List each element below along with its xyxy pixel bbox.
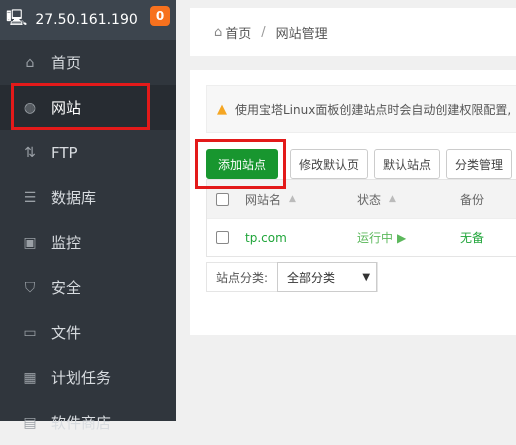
- breadcrumb-home[interactable]: 首页: [225, 23, 251, 42]
- chevron-down-icon: ▼: [362, 271, 371, 283]
- row-checkbox[interactable]: [216, 231, 229, 244]
- column-backup: 备份: [460, 192, 485, 207]
- default-site-button[interactable]: 默认站点: [374, 149, 441, 179]
- monitor-icon: 🖳: [6, 7, 28, 27]
- play-icon[interactable]: ▶: [397, 231, 406, 245]
- sidebar-item-label: 软件商店: [51, 414, 112, 432]
- folder-icon: ▭: [23, 324, 37, 341]
- ftp-icon: ⇅: [24, 144, 36, 161]
- column-status[interactable]: 状态: [357, 191, 381, 208]
- category-management-button[interactable]: 分类管理: [446, 149, 513, 179]
- site-category-filter: 站点分类: 全部分类 ▼: [206, 262, 379, 292]
- site-backup[interactable]: 无备: [460, 231, 484, 245]
- category-select[interactable]: 全部分类 ▼: [277, 262, 378, 292]
- site-name-link[interactable]: tp.com: [245, 231, 287, 245]
- select-all-checkbox[interactable]: [216, 192, 229, 206]
- sidebar-item-security[interactable]: ⛉ 安全: [0, 265, 176, 310]
- sidebar-item-label: 数据库: [51, 189, 97, 207]
- database-icon: ☰: [23, 189, 37, 206]
- server-ip: 27.50.161.190: [35, 12, 138, 28]
- shield-icon: ⛉: [24, 279, 36, 296]
- alert-banner: ▲ 使用宝塔Linux面板创建站点时会自动创建权限配置,: [206, 85, 516, 133]
- breadcrumb-separator: /: [261, 24, 266, 40]
- sort-up-icon[interactable]: ▲: [289, 194, 296, 204]
- category-select-value: 全部分类: [287, 270, 336, 285]
- calendar-icon: ▦: [23, 369, 37, 386]
- sidebar-item-label: FTP: [51, 143, 78, 162]
- sort-up-icon[interactable]: ▲: [389, 194, 396, 204]
- home-icon: ⌂: [214, 24, 223, 40]
- alert-text: 使用宝塔Linux面板创建站点时会自动创建权限配置,: [235, 102, 512, 117]
- sidebar-item-cron[interactable]: ▦ 计划任务: [0, 355, 176, 400]
- column-name[interactable]: 网站名: [245, 191, 281, 208]
- warning-icon: ▲: [217, 101, 227, 117]
- site-status[interactable]: 运行中: [357, 229, 393, 246]
- breadcrumb-current: 网站管理: [275, 26, 328, 42]
- sidebar-item-label: 安全: [51, 279, 82, 297]
- monitor-icon: ▣: [23, 234, 37, 251]
- sidebar-item-files[interactable]: ▭ 文件: [0, 310, 176, 355]
- notification-badge[interactable]: 0: [150, 6, 170, 26]
- home-icon: ⌂: [25, 54, 35, 71]
- filter-label: 站点分类:: [216, 270, 269, 285]
- content-card: ▲ 使用宝塔Linux面板创建站点时会自动创建权限配置, 添加站点 修改默认页 默…: [190, 70, 516, 335]
- highlight-box-website: [11, 83, 150, 130]
- sidebar: 🖳 27.50.161.190 0 ⌂ 首页 ◍ 网站 ⇅ FTP ☰ 数据库 ▣ 监控 …: [0, 0, 176, 432]
- server-header: 🖳 27.50.161.190 0: [0, 0, 176, 40]
- sidebar-item-label: 计划任务: [51, 369, 112, 387]
- sidebar-item-label: 首页: [51, 54, 82, 72]
- sidebar-item-ftp[interactable]: ⇅ FTP: [0, 130, 176, 175]
- sidebar-item-database[interactable]: ☰ 数据库: [0, 175, 176, 220]
- modify-default-page-button[interactable]: 修改默认页: [290, 149, 369, 179]
- sidebar-item-label: 文件: [51, 324, 82, 342]
- highlight-box-add-site: [195, 139, 286, 189]
- sites-table: 网站名 ▲ 状态 ▲ 备份 tp.com 运行中 ▶ 无备: [206, 179, 516, 257]
- sidebar-item-monitor[interactable]: ▣ 监控: [0, 220, 176, 265]
- table-row: tp.com 运行中 ▶ 无备: [207, 218, 516, 256]
- store-icon: ▤: [23, 414, 37, 431]
- sidebar-item-label: 监控: [51, 234, 82, 252]
- breadcrumb: ⌂ 首页 / 网站管理: [190, 8, 516, 56]
- sidebar-item-store[interactable]: ▤ 软件商店: [0, 400, 176, 445]
- sidebar-item-home[interactable]: ⌂ 首页: [0, 40, 176, 85]
